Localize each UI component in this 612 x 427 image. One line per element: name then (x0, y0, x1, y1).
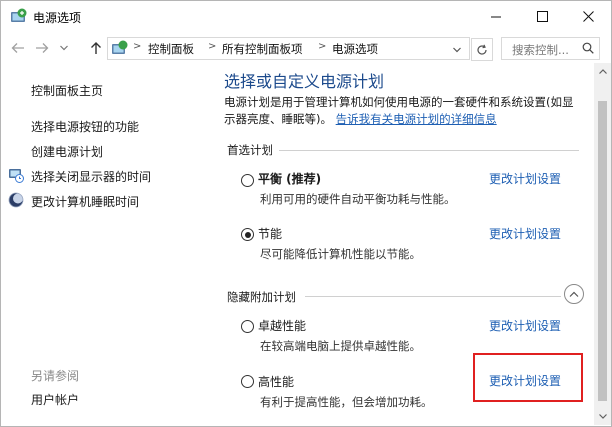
plan-power-saver-radio[interactable] (241, 228, 254, 241)
maximize-button[interactable] (519, 1, 565, 32)
sidebar-item-sleep-time[interactable]: 更改计算机睡眠时间 (31, 193, 139, 210)
window-title: 电源选项 (33, 11, 82, 25)
plan-power-saver-change-settings-link[interactable]: 更改计划设置 (489, 225, 561, 242)
address-dropdown-icon[interactable] (447, 38, 467, 61)
plan-ultimate-description: 在较高端电脑上提供卓越性能。 (260, 339, 421, 353)
plan-balanced-radio[interactable] (241, 174, 254, 187)
back-button[interactable] (7, 37, 29, 59)
scroll-up-button[interactable] (594, 63, 611, 80)
scrollbar-thumb[interactable] (598, 101, 607, 401)
breadcrumb-all-items[interactable]: 所有控制面板项 (222, 41, 303, 57)
moon-sleep-icon (8, 192, 24, 208)
sidebar-item-power-buttons[interactable]: 选择电源按钮的功能 (31, 118, 139, 135)
plan-balanced-description: 利用可用的硬件自动平衡功耗与性能。 (260, 192, 456, 206)
main-content: 选择或自定义电源计划 电源计划是用于管理计算机如何使用电源的一套硬件和系统设置(… (211, 63, 593, 425)
display-clock-icon (9, 169, 24, 183)
breadcrumb-control-panel[interactable]: 控制面板 (148, 41, 194, 57)
minimize-button[interactable] (473, 1, 519, 32)
chevron-up-icon (569, 291, 579, 297)
plan-high-performance-name[interactable]: 高性能 (258, 373, 294, 390)
search-icon (582, 42, 594, 54)
sidebar-item-create-plan[interactable]: 创建电源计划 (31, 143, 103, 160)
forward-button[interactable] (31, 37, 53, 59)
arrow-up-icon (91, 42, 101, 54)
maximize-icon (536, 11, 548, 22)
navigation-bar: > 控制面板 > 所有控制面板项 > 电源选项 搜索控制... (1, 34, 611, 62)
scroll-down-button[interactable] (594, 408, 611, 425)
sidebar-item-display-off-time[interactable]: 选择关闭显示器的时间 (31, 168, 151, 185)
title-bar: 电源选项 (1, 1, 611, 32)
address-bar[interactable]: > 控制面板 > 所有控制面板项 > 电源选项 (107, 37, 470, 60)
sidebar-item-user-accounts[interactable]: 用户帐户 (31, 391, 79, 408)
plan-high-performance-description: 有利于提高性能，但会增加功耗。 (260, 395, 433, 409)
section-divider (305, 296, 561, 297)
search-box[interactable]: 搜索控制... (501, 37, 600, 60)
vertical-scrollbar[interactable] (594, 63, 611, 425)
control-panel-icon (112, 40, 128, 54)
power-plan-info-link[interactable]: 告诉我有关电源计划的详细信息 (336, 112, 497, 126)
breadcrumb-separator-icon[interactable]: > (133, 41, 141, 52)
plan-power-saver-description: 尽可能降低计算机性能以节能。 (260, 247, 421, 261)
see-also-title: 另请参阅 (31, 369, 80, 383)
chevron-down-icon (60, 45, 68, 51)
minimize-icon (490, 16, 501, 18)
plan-ultimate-radio[interactable] (241, 320, 254, 333)
page-title: 选择或自定义电源计划 (224, 72, 385, 91)
red-highlight-annotation (473, 353, 583, 402)
breadcrumb-separator-icon[interactable]: > (208, 41, 216, 52)
up-button[interactable] (85, 37, 107, 59)
page-description: 电源计划是用于管理计算机如何使用电源的一套硬件和系统设置(如显示器亮度、睡眠等)… (224, 94, 584, 128)
sidebar-item-control-panel-home[interactable]: 控制面板主页 (31, 82, 103, 99)
hidden-plans-title: 隐藏附加计划 (227, 290, 296, 304)
section-divider (279, 150, 579, 151)
plan-balanced-name[interactable]: 平衡 (推荐) (258, 170, 321, 187)
recent-locations-button[interactable] (57, 37, 71, 59)
plan-high-performance-radio[interactable] (241, 375, 254, 388)
arrow-right-icon (36, 43, 49, 53)
close-button[interactable] (565, 1, 611, 32)
chevron-up-icon (598, 69, 607, 74)
chevron-down-icon (598, 414, 607, 419)
close-icon (582, 11, 594, 22)
power-options-window: 电源选项 > 控制面板 > 所有控制面板项 > 电源选项 搜索控制... 控制面… (0, 0, 612, 427)
collapse-hidden-plans-button[interactable] (564, 284, 584, 304)
refresh-button[interactable] (471, 38, 493, 61)
power-options-app-icon (11, 8, 27, 22)
refresh-icon (477, 44, 487, 55)
breadcrumb-separator-icon[interactable]: > (318, 41, 326, 52)
plan-power-saver-name[interactable]: 节能 (258, 225, 282, 242)
breadcrumb-power-options[interactable]: 电源选项 (332, 41, 378, 57)
arrow-left-icon (11, 43, 24, 53)
plan-ultimate-name[interactable]: 卓越性能 (258, 317, 306, 334)
preferred-plans-title: 首选计划 (227, 143, 273, 157)
sidebar: 控制面板主页 选择电源按钮的功能 创建电源计划 选择关闭显示器的时间 更改计算机… (1, 63, 211, 425)
plan-balanced-change-settings-link[interactable]: 更改计划设置 (489, 170, 561, 187)
plan-ultimate-change-settings-link[interactable]: 更改计划设置 (489, 317, 561, 334)
search-placeholder: 搜索控制... (512, 43, 569, 57)
